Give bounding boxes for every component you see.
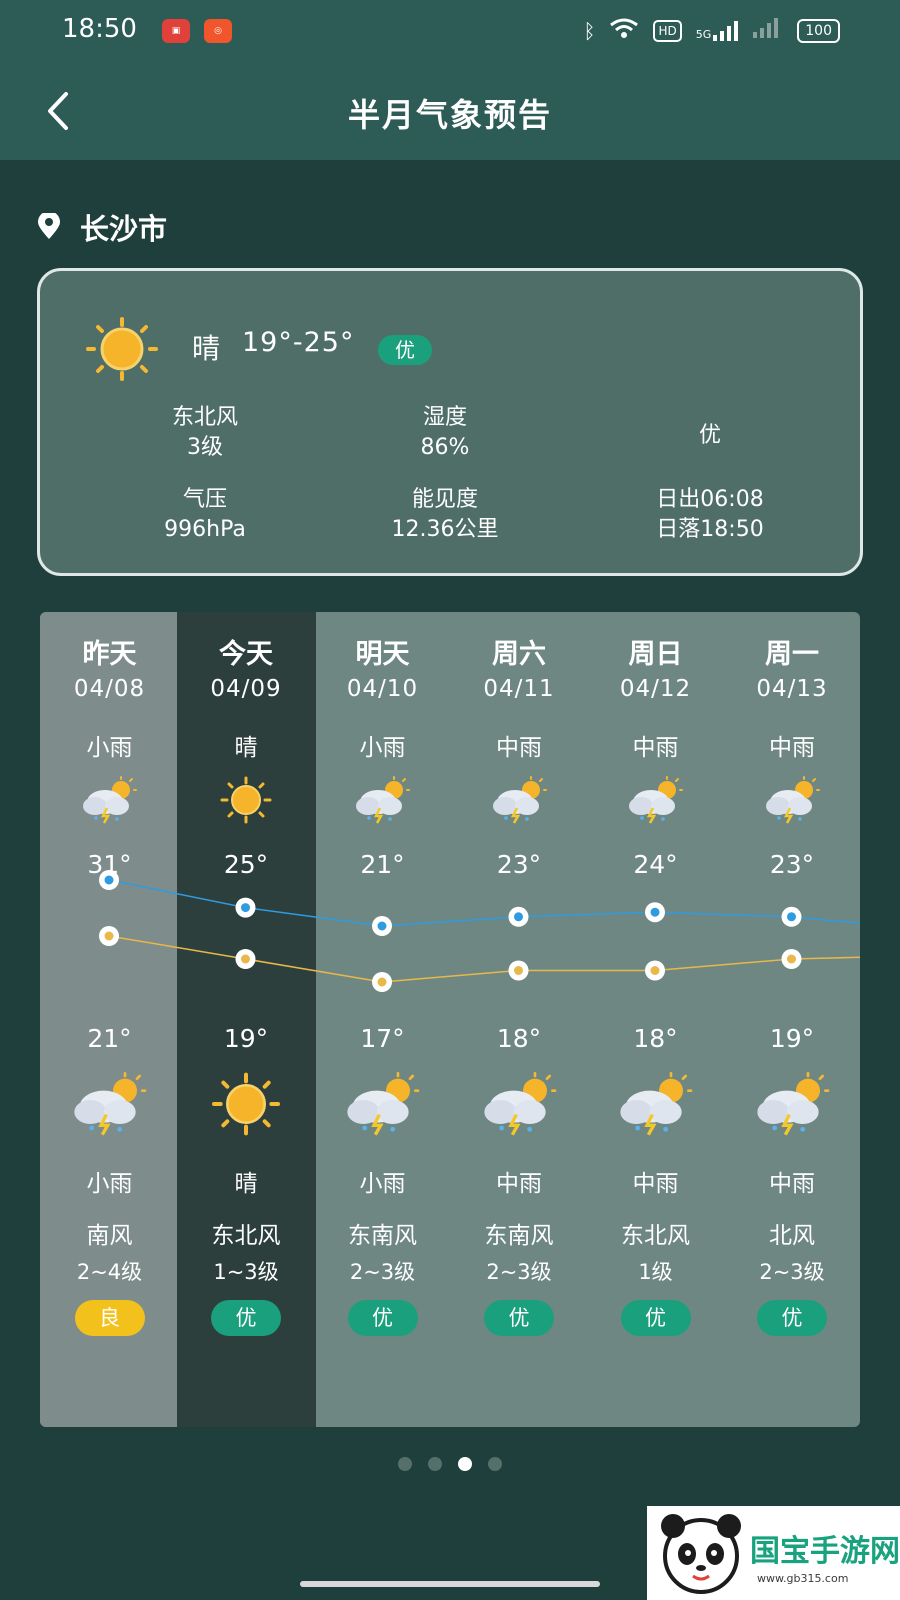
low-temp-point-dot (650, 966, 660, 975)
sun-times: 日出06:08 日落18:50 (640, 485, 780, 545)
page-dot[interactable] (458, 1457, 472, 1471)
visibility-info: 能见度 12.36公里 (370, 485, 520, 545)
wifi-icon (609, 17, 639, 44)
wind-info: 东北风 3级 (150, 403, 260, 463)
page-dot[interactable] (488, 1457, 502, 1471)
watermark-url: www.gb315.com (757, 1572, 849, 1585)
pressure-label: 气压 (182, 487, 227, 512)
panda-logo-icon (661, 1514, 741, 1594)
high-temp-line (108, 879, 860, 927)
location-pin-icon (38, 213, 60, 239)
today-temp-range: 19°-25° (242, 327, 355, 358)
high-temp-point-dot (514, 912, 523, 922)
watermark: 国宝手游网 www.gb315.com (647, 1506, 900, 1600)
home-indicator[interactable] (300, 1581, 600, 1587)
humidity-value: 86% (420, 435, 470, 460)
sunrise-time: 日出06:08 (656, 487, 764, 512)
today-air-quality-badge: 优 (378, 335, 432, 365)
aqi-info: 优 (670, 421, 750, 451)
page-dot[interactable] (398, 1457, 412, 1471)
page-dot[interactable] (428, 1457, 442, 1471)
wind-direction: 东北风 (171, 405, 238, 430)
hd-icon: HD (653, 19, 682, 42)
sunset-time: 日落18:50 (656, 517, 764, 542)
signal-5g-icon: 5G (695, 20, 740, 41)
today-condition: 晴 (192, 332, 221, 365)
low-temp-point-dot (104, 931, 114, 941)
wind-level: 3级 (187, 435, 223, 460)
today-card: 晴 19°-25° 优 东北风 3级 湿度 86% 优 气压 996hPa 能见… (37, 268, 863, 576)
high-temp-point-dot (650, 907, 660, 917)
status-time: 18:50 (62, 14, 137, 44)
low-temp-point-dot (787, 954, 796, 964)
forecast-panel[interactable]: 昨天 04/08 小雨 31° 21° 小雨 南风 2~4级良今天 04/09 晴 25° 19° 晴东… (40, 612, 860, 1427)
temperature-chart (99, 870, 860, 992)
high-temp-point-dot (241, 903, 250, 913)
watermark-text: 国宝手游网 (750, 1534, 900, 1569)
network-type: 5G (695, 27, 712, 41)
high-temp-point-dot (787, 912, 796, 922)
low-temp-point-dot (514, 966, 523, 975)
pressure-info: 气压 996hPa (140, 485, 270, 545)
location-row[interactable]: 长沙市 (36, 206, 167, 248)
humidity-label: 湿度 (422, 405, 467, 430)
high-temp-point-dot (377, 921, 387, 931)
low-temp-point-dot (241, 954, 250, 964)
kuaishou-icon: ◎ (204, 19, 232, 43)
high-temp-point-dot (104, 875, 114, 885)
pressure-value: 996hPa (164, 517, 246, 542)
battery-icon: 100 (797, 18, 840, 43)
signal-icon (753, 18, 783, 43)
page-indicator[interactable] (0, 1456, 900, 1475)
page-title: 半月气象预告 (347, 96, 552, 134)
bluetooth-icon: ᛒ (583, 18, 596, 43)
visibility-label: 能见度 (411, 487, 478, 512)
low-temp-line (108, 935, 860, 983)
app-store-icon: ▣ (162, 19, 190, 43)
sun-icon (84, 317, 160, 385)
low-temp-point-dot (377, 977, 387, 987)
aqi-text: 优 (698, 423, 721, 448)
app-bar: 半月气象预告 (0, 64, 900, 160)
visibility-value: 12.36公里 (391, 517, 499, 542)
humidity-info: 湿度 86% (390, 403, 500, 463)
city-name: 长沙市 (80, 212, 168, 246)
status-bar: 18:50 ▣ ◎ ᛒ HD 5G 100 (0, 0, 900, 64)
